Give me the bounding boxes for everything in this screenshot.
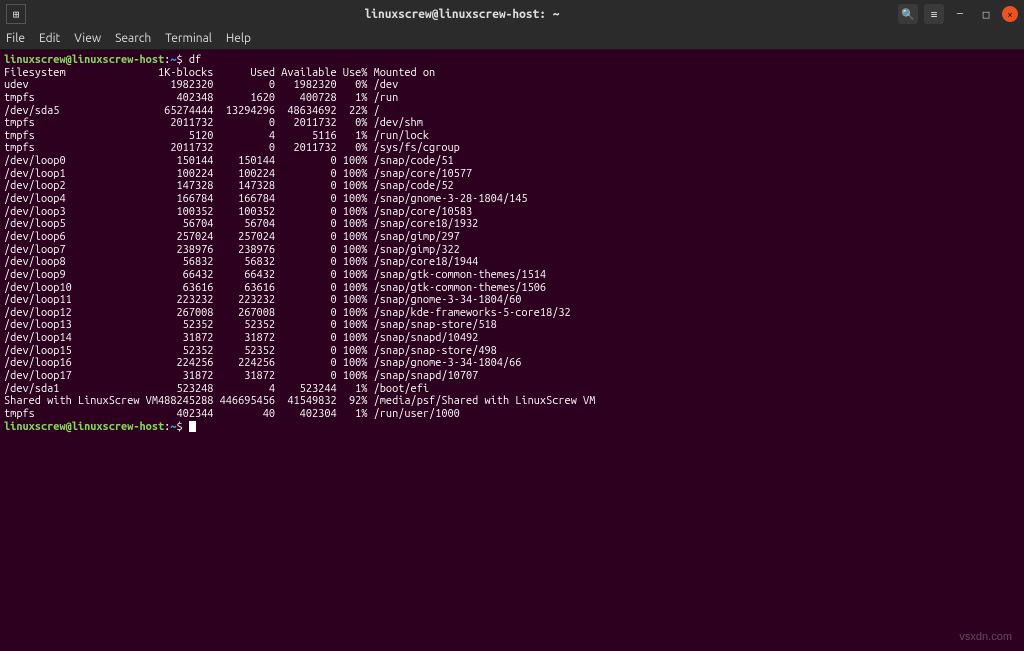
menu-edit[interactable]: Edit	[39, 32, 60, 45]
hamburger-menu-button[interactable]: ≡	[924, 4, 944, 24]
new-tab-button[interactable]: ⊞	[6, 4, 26, 24]
minimize-icon: —	[957, 8, 963, 20]
menu-help[interactable]: Help	[226, 32, 251, 45]
plus-icon: ⊞	[13, 8, 20, 21]
menu-icon: ≡	[931, 8, 938, 21]
menu-terminal[interactable]: Terminal	[165, 32, 212, 45]
close-icon: ×	[1007, 9, 1013, 20]
menu-search[interactable]: Search	[115, 32, 151, 45]
menu-view[interactable]: View	[74, 32, 101, 45]
maximize-button[interactable]: □	[976, 4, 996, 24]
close-button[interactable]: ×	[1002, 6, 1018, 22]
terminal-output[interactable]: linuxscrew@linuxscrew-host:~$ df Filesys…	[0, 50, 1024, 437]
search-icon: 🔍	[901, 8, 915, 21]
search-button[interactable]: 🔍	[898, 4, 918, 24]
window-titlebar: ⊞ linuxscrew@linuxscrew-host: ~ 🔍 ≡ — □ …	[0, 0, 1024, 28]
menu-bar: File Edit View Search Terminal Help	[0, 28, 1024, 50]
window-title: linuxscrew@linuxscrew-host: ~	[34, 8, 890, 21]
watermark: vsxdn.com	[959, 631, 1012, 643]
minimize-button[interactable]: —	[950, 4, 970, 24]
menu-file[interactable]: File	[6, 32, 25, 45]
maximize-icon: □	[983, 8, 990, 21]
terminal-cursor	[189, 421, 196, 432]
